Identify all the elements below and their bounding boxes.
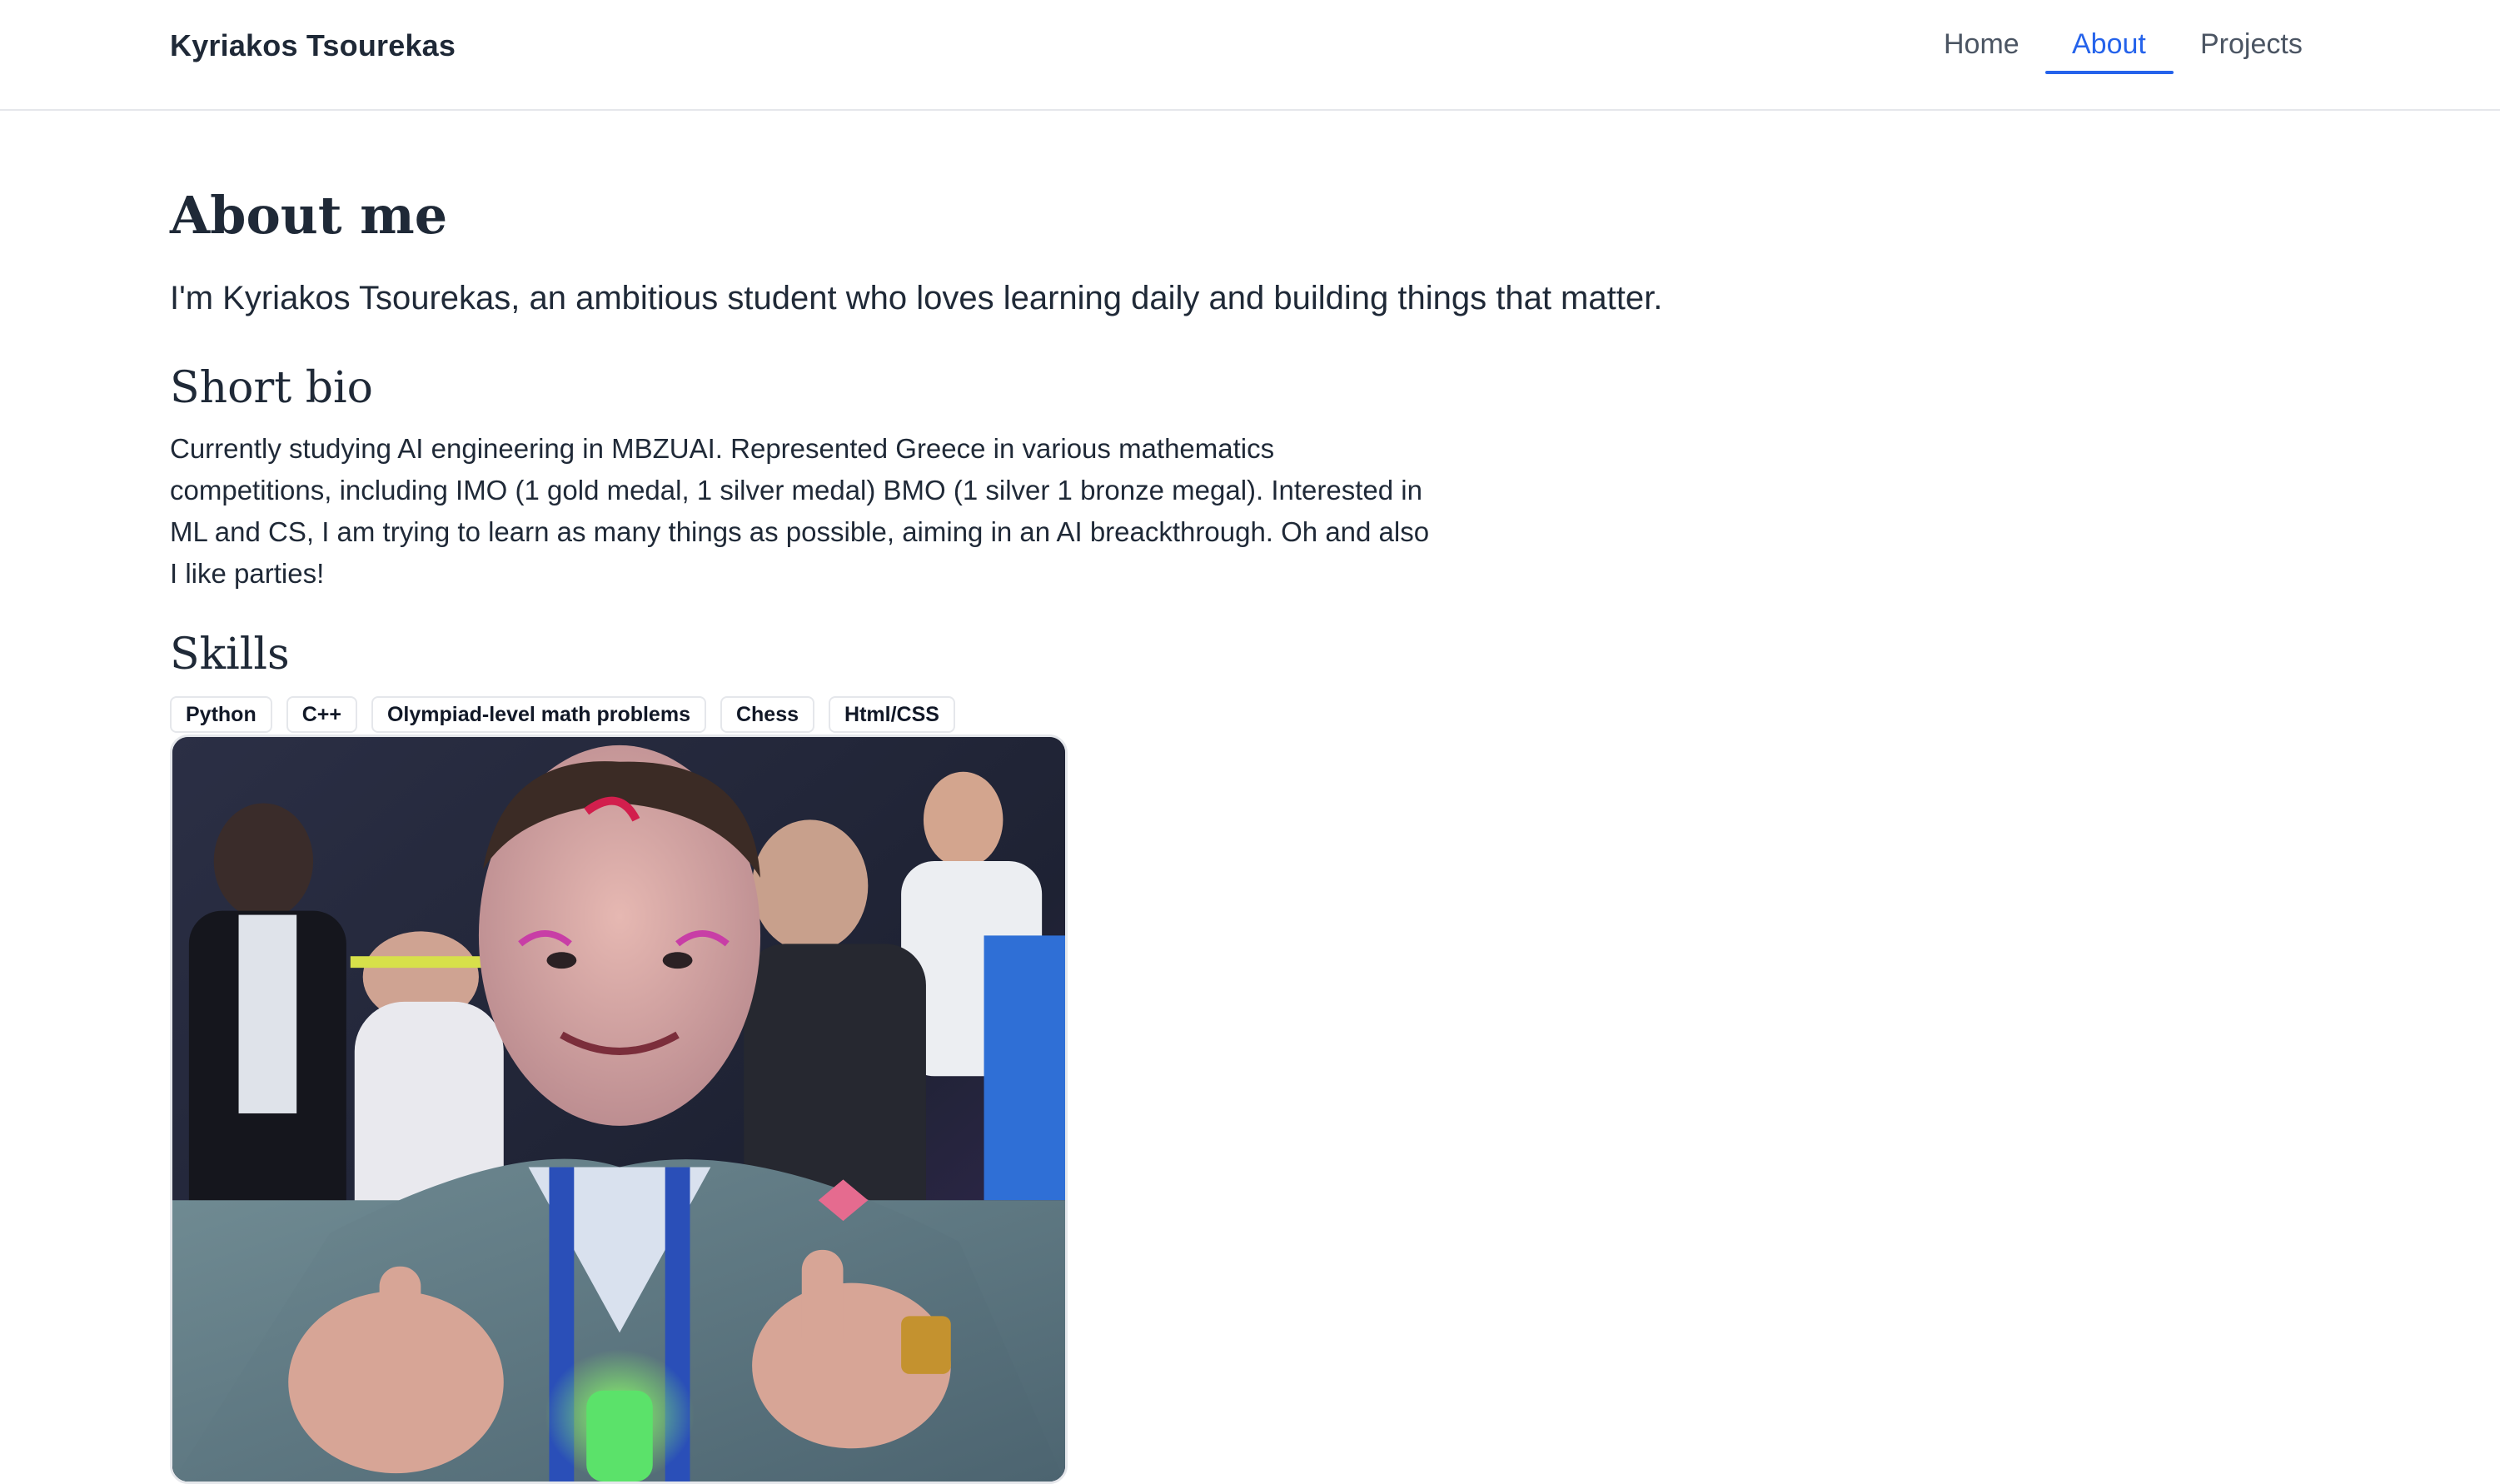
nav-link-about[interactable]: About (2072, 28, 2146, 61)
skills-heading: Skills (170, 630, 290, 680)
intro-text: I'm Kyriakos Tsourekas, an ambitious stu… (170, 280, 1663, 316)
main-nav: Home About Projects (1915, 0, 2332, 111)
skills-list: Python C++ Olympiad-level math problems … (170, 696, 955, 733)
skill-chip: Olympiad-level math problems (371, 696, 706, 733)
short-bio-heading: Short bio (170, 363, 373, 413)
skill-chip: Html/CSS (829, 696, 955, 733)
profile-photo (170, 735, 1068, 1484)
site-brand[interactable]: Kyriakos Tsourekas (170, 28, 456, 63)
skill-chip: C++ (286, 696, 357, 733)
active-nav-indicator (2045, 71, 2174, 74)
profile-photo-illustration (172, 737, 1065, 1482)
short-bio-text: Currently studying AI engineering in MBZ… (170, 433, 1430, 589)
page-title: About me (170, 185, 448, 246)
skill-chip: Chess (720, 696, 815, 733)
site-header: Kyriakos Tsourekas Home About Projects (0, 0, 2500, 111)
nav-link-home[interactable]: Home (1944, 28, 2019, 61)
skill-chip: Python (170, 696, 272, 733)
nav-link-projects[interactable]: Projects (2200, 28, 2303, 61)
